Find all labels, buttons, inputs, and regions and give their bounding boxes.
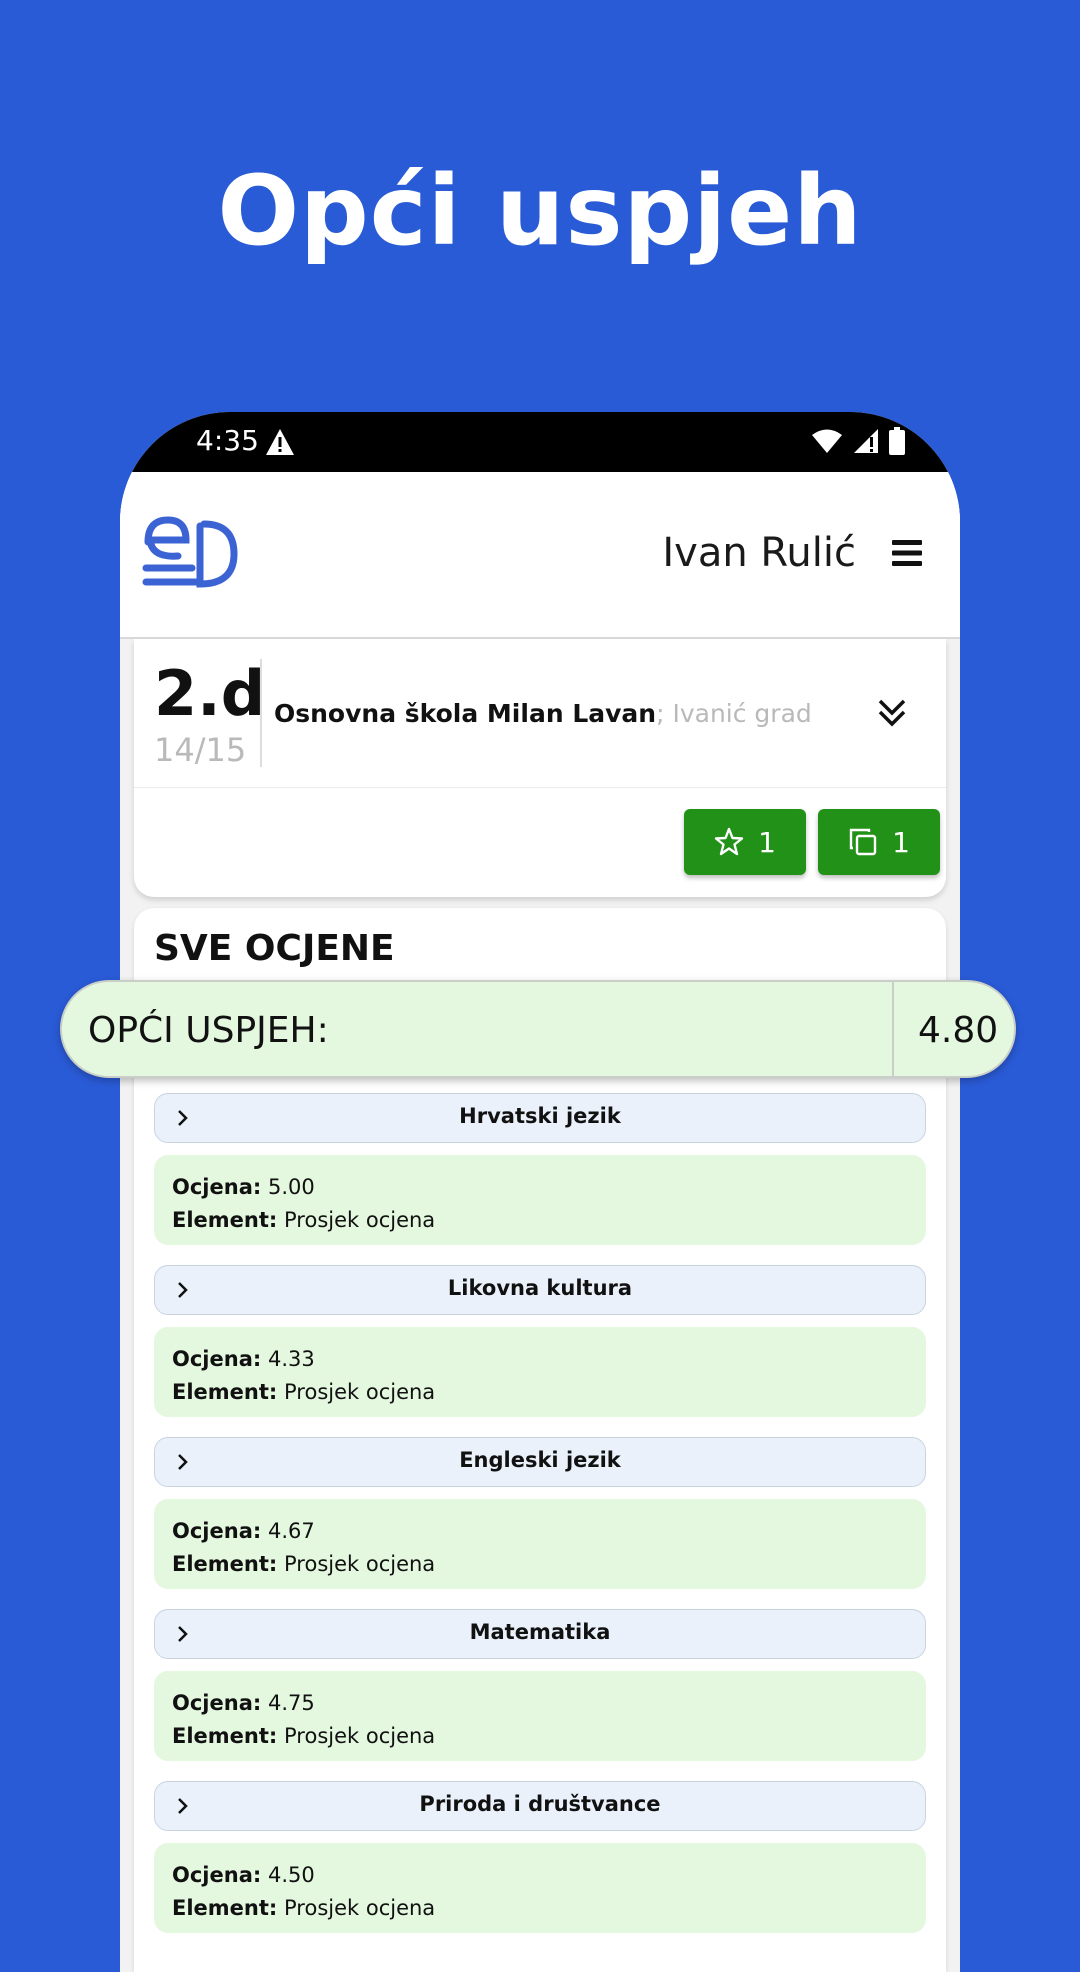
status-bar: 4:35	[120, 412, 960, 472]
grade-label: Ocjena:	[172, 1175, 262, 1199]
divider	[892, 982, 894, 1076]
element-row: Element: Prosjek ocjena	[172, 1720, 908, 1753]
grade-value: 4.75	[267, 1691, 315, 1715]
edu-logo[interactable]	[140, 512, 240, 592]
element-value: Prosjek ocjena	[284, 1896, 436, 1920]
class-card: 2.d 14/15 Osnovna škola Milan Lavan; Iva…	[134, 639, 946, 897]
grade-label: Ocjena:	[172, 1863, 262, 1887]
subject-grade-info: Ocjena: 5.00 Element: Prosjek ocjena	[154, 1155, 926, 1245]
class-name: 2.d	[154, 657, 266, 730]
double-chevron-down-icon[interactable]	[874, 695, 910, 731]
subject-grade-info: Ocjena: 4.67 Element: Prosjek ocjena	[154, 1499, 926, 1589]
grade-value: 4.50	[267, 1863, 315, 1887]
app-header: Ivan Rulić	[120, 472, 960, 639]
element-value: Prosjek ocjena	[284, 1552, 436, 1576]
copy-badge-button[interactable]: 1	[818, 809, 940, 875]
school-name: Osnovna škola Milan Lavan; Ivanić grad	[274, 699, 812, 728]
element-label: Element:	[172, 1724, 278, 1748]
school-year: 14/15	[154, 731, 247, 769]
element-row: Element: Prosjek ocjena	[172, 1204, 908, 1237]
subject-name: Engleski jezik	[459, 1448, 621, 1472]
grade-label: Ocjena:	[172, 1519, 262, 1543]
subject-list: Hrvatski jezik Ocjena: 5.00 Element: Pro…	[154, 1093, 926, 1953]
element-value: Prosjek ocjena	[284, 1208, 436, 1232]
element-value: Prosjek ocjena	[284, 1724, 436, 1748]
grade-row: Ocjena: 4.33	[172, 1343, 908, 1376]
subject-name: Hrvatski jezik	[459, 1104, 621, 1128]
grade-label: Ocjena:	[172, 1691, 262, 1715]
battery-icon	[889, 427, 905, 455]
user-name[interactable]: Ivan Rulić	[662, 530, 856, 576]
element-label: Element:	[172, 1552, 278, 1576]
subject-grade-info: Ocjena: 4.75 Element: Prosjek ocjena	[154, 1671, 926, 1761]
subject-header[interactable]: Hrvatski jezik	[154, 1093, 926, 1143]
status-time: 4:35	[196, 424, 259, 457]
copy-icon	[849, 828, 877, 856]
overall-success-banner: OPĆI USPJEH: 4.80	[60, 980, 1016, 1078]
element-label: Element:	[172, 1208, 278, 1232]
copy-badge-count: 1	[892, 825, 910, 859]
subject-name: Priroda i društvance	[419, 1792, 661, 1816]
hamburger-menu-icon[interactable]	[892, 540, 922, 566]
wifi-icon	[812, 429, 842, 453]
element-label: Element:	[172, 1380, 278, 1404]
grade-value: 5.00	[267, 1175, 315, 1199]
grades-title: SVE OCJENE	[154, 928, 395, 969]
subject-header[interactable]: Matematika	[154, 1609, 926, 1659]
star-badge-count: 1	[758, 825, 776, 859]
overall-value: 4.80	[918, 1010, 999, 1051]
grade-row: Ocjena: 4.75	[172, 1687, 908, 1720]
promo-headline: Opći uspjeh	[217, 155, 863, 267]
overall-label: OPĆI USPJEH:	[88, 1010, 329, 1051]
element-row: Element: Prosjek ocjena	[172, 1376, 908, 1409]
subject-grade-info: Ocjena: 4.33 Element: Prosjek ocjena	[154, 1327, 926, 1417]
subject-name: Matematika	[469, 1620, 611, 1644]
divider	[260, 659, 262, 767]
app-content: Ivan Rulić 2.d 14/15 Osnovna škola Milan…	[120, 472, 960, 1972]
element-label: Element:	[172, 1896, 278, 1920]
grade-value: 4.33	[267, 1347, 315, 1371]
school-name-text: Osnovna škola Milan Lavan	[274, 699, 657, 728]
divider	[134, 787, 946, 788]
grade-row: Ocjena: 4.50	[172, 1859, 908, 1892]
element-value: Prosjek ocjena	[284, 1380, 436, 1404]
subject-header[interactable]: Priroda i društvance	[154, 1781, 926, 1831]
warning-icon	[266, 429, 294, 455]
signal-icon	[854, 429, 878, 453]
star-icon	[714, 827, 744, 856]
grade-row: Ocjena: 5.00	[172, 1171, 908, 1204]
subject-header[interactable]: Likovna kultura	[154, 1265, 926, 1315]
subject-header[interactable]: Engleski jezik	[154, 1437, 926, 1487]
school-city: ; Ivanić grad	[656, 699, 812, 728]
status-icons	[811, 427, 905, 455]
grade-value: 4.67	[267, 1519, 315, 1543]
grade-label: Ocjena:	[172, 1347, 262, 1371]
grade-row: Ocjena: 4.67	[172, 1515, 908, 1548]
element-row: Element: Prosjek ocjena	[172, 1892, 908, 1925]
element-row: Element: Prosjek ocjena	[172, 1548, 908, 1581]
phone-frame: 4:35 Ivan Rulić 2.d 14/15 Osnovna škola …	[120, 412, 960, 1972]
subject-name: Likovna kultura	[447, 1276, 633, 1300]
star-badge-button[interactable]: 1	[684, 809, 806, 875]
